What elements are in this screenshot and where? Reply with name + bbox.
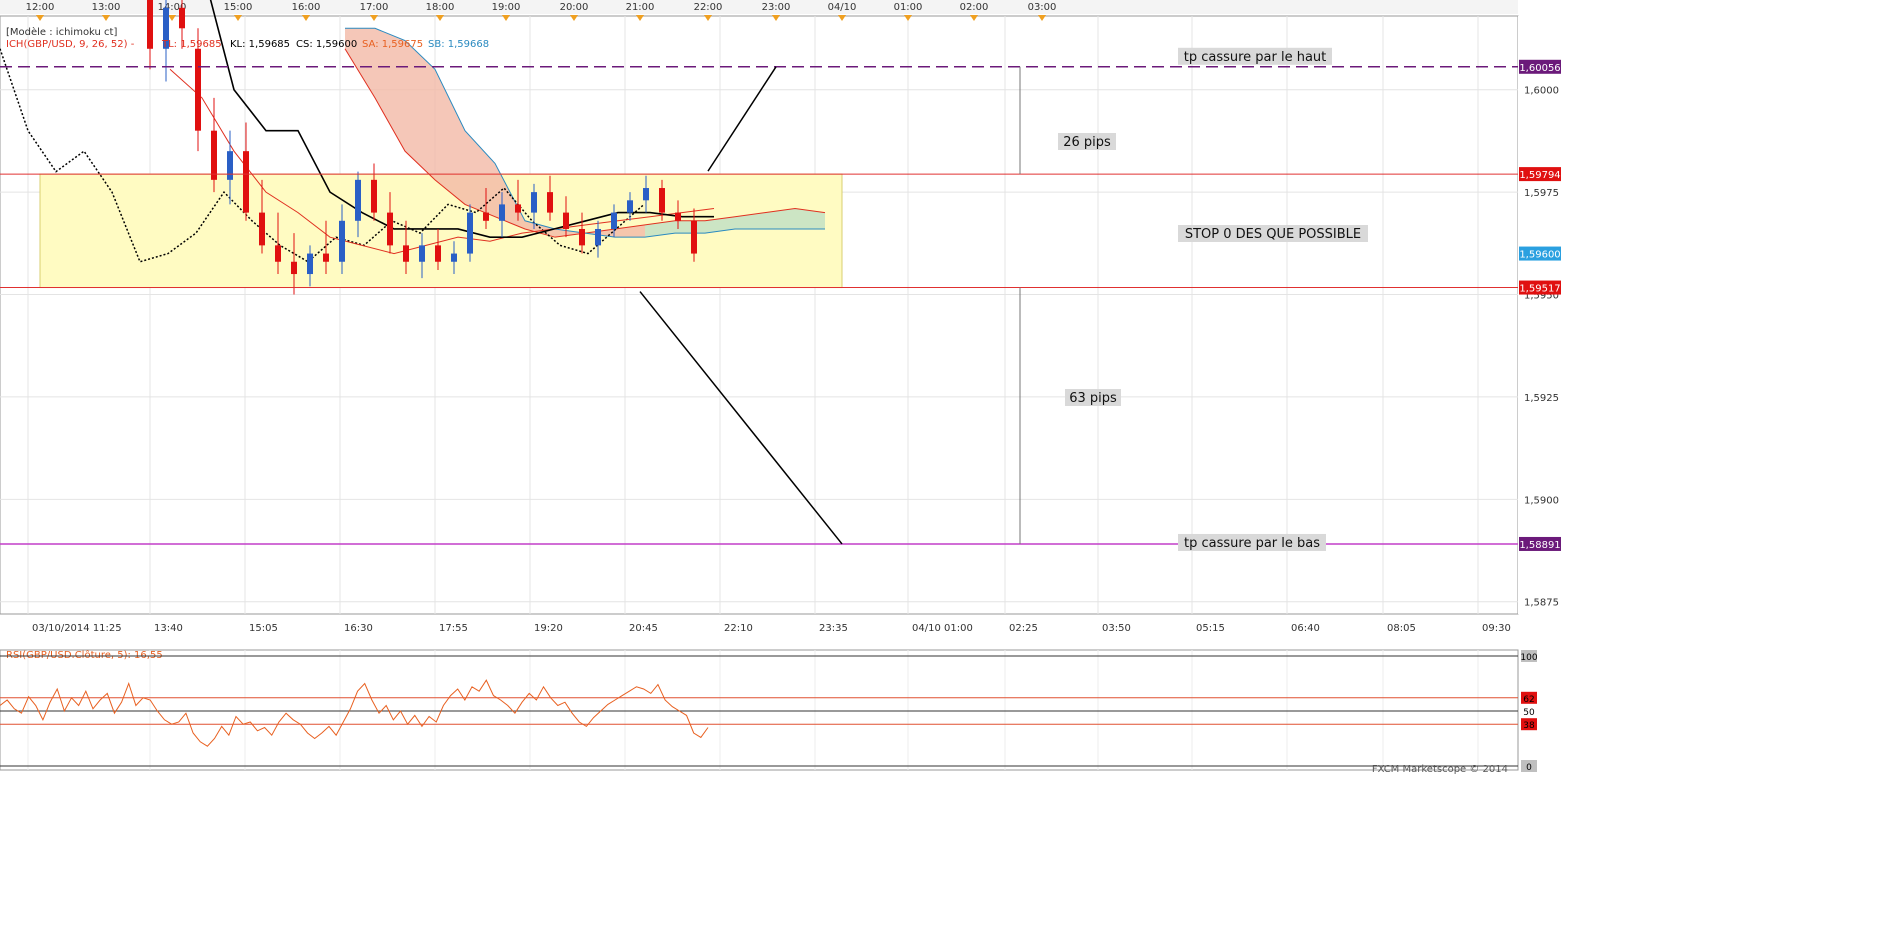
session-tick-label: 02:00 <box>960 2 989 13</box>
candle-body <box>323 253 329 262</box>
candle-body <box>227 151 233 180</box>
pips-up-label: 26 pips <box>1063 135 1111 150</box>
candle-body <box>659 188 665 213</box>
session-tick-label: 12:00 <box>26 2 55 13</box>
kl-value: KL: 1,59685 <box>230 39 290 50</box>
x-tick-label: 15:05 <box>249 623 278 634</box>
model-label: [Modèle : ichimoku ct] <box>6 26 117 38</box>
rsi-plot-frame <box>0 649 1519 771</box>
rsi-level-label: 62 <box>1523 695 1534 705</box>
price-tag-label: 1,59517 <box>1519 284 1560 295</box>
candle-body <box>451 253 457 262</box>
session-tick-label: 01:00 <box>894 2 923 13</box>
y-tick-label: 1,5975 <box>1524 188 1559 199</box>
candle-body <box>483 212 489 221</box>
x-tick-label: 16:30 <box>344 623 373 634</box>
x-tick-label: 05:15 <box>1196 623 1225 634</box>
session-tick-label: 17:00 <box>360 2 389 13</box>
candle-body <box>435 245 441 262</box>
candle-body <box>403 245 409 262</box>
candle-body <box>499 204 505 221</box>
candle-body <box>563 212 569 229</box>
y-tick-label: 1,5900 <box>1524 495 1559 506</box>
rsi-level-label: 100 <box>1520 653 1537 663</box>
candle-body <box>211 130 217 180</box>
x-tick-label: 03:50 <box>1102 623 1131 634</box>
tl-value: TL: 1,59685 <box>161 39 222 50</box>
price-tag-label: 1,58891 <box>1519 540 1560 551</box>
y-tick-label: 1,6000 <box>1524 86 1559 97</box>
session-tick-label: 20:00 <box>560 2 589 13</box>
session-tick-label: 04/10 <box>828 2 857 13</box>
candle-body <box>179 7 185 29</box>
price-tag-label: 1,60056 <box>1519 63 1560 74</box>
candle-body <box>371 179 377 213</box>
price-axis-area <box>1518 16 1903 614</box>
pips-down-label: 63 pips <box>1069 391 1117 406</box>
candle-body <box>627 200 633 213</box>
candle-body <box>531 192 537 213</box>
ichimoku-label: ICH(GBP/USD, 9, 26, 52) - <box>6 39 135 50</box>
session-tick-label: 13:00 <box>92 2 121 13</box>
candle-body <box>515 204 521 213</box>
rsi-level-label: 0 <box>1526 763 1532 773</box>
x-tick-label: 03/10/2014 11:25 <box>32 623 122 634</box>
cs-value: CS: 1,59600 <box>296 39 357 50</box>
candle-body <box>339 220 345 262</box>
candle-body <box>595 228 601 246</box>
candle-body <box>611 212 617 229</box>
tp-high-label: tp cassure par le haut <box>1184 50 1327 65</box>
x-tick-label: 04/10 01:00 <box>912 623 973 634</box>
candle-body <box>195 48 201 131</box>
session-tick-label: 15:00 <box>224 2 253 13</box>
tp-low-label: tp cassure par le bas <box>1184 536 1320 551</box>
x-tick-label: 08:05 <box>1387 623 1416 634</box>
session-tick-label: 22:00 <box>694 2 723 13</box>
candle-body <box>691 220 697 254</box>
session-tick-label: 18:00 <box>426 2 455 13</box>
y-tick-label: 1,5925 <box>1524 393 1559 404</box>
x-tick-label: 02:25 <box>1009 623 1038 634</box>
x-tick-label: 06:40 <box>1291 623 1320 634</box>
x-tick-label: 23:35 <box>819 623 848 634</box>
candle-body <box>259 212 265 246</box>
candle-body <box>243 151 249 213</box>
candle-body <box>467 212 473 254</box>
candle-body <box>579 228 585 246</box>
rsi-level-label: 50 <box>1523 708 1535 718</box>
stop-label: STOP 0 DES QUE POSSIBLE <box>1185 227 1361 242</box>
candle-body <box>291 261 297 275</box>
x-tick-label: 13:40 <box>154 623 183 634</box>
candle-body <box>547 192 553 213</box>
candle-body <box>387 212 393 246</box>
session-tick-label: 21:00 <box>626 2 655 13</box>
sb-value: SB: 1,59668 <box>428 39 489 50</box>
candle-body <box>147 0 153 49</box>
rsi-level-label: 38 <box>1523 721 1535 731</box>
x-tick-label: 22:10 <box>724 623 753 634</box>
session-tick-label: 23:00 <box>762 2 791 13</box>
session-tick-label: 19:00 <box>492 2 521 13</box>
candle-body <box>675 212 681 221</box>
price-tag-label: 1,59794 <box>1519 170 1560 181</box>
session-tick-label: 16:00 <box>292 2 321 13</box>
main-plot-frame <box>0 15 1519 615</box>
x-tick-label: 17:55 <box>439 623 468 634</box>
candle-body <box>355 179 361 221</box>
price-tag-label: 1,59600 <box>1519 250 1560 261</box>
x-tick-label: 20:45 <box>629 623 658 634</box>
y-tick-label: 1,5875 <box>1524 598 1559 609</box>
sa-value: SA: 1,59675 <box>362 39 423 50</box>
x-tick-label: 09:30 <box>1482 623 1511 634</box>
session-tick-label: 03:00 <box>1028 2 1057 13</box>
watermark: FXCM Marketscope © 2014 <box>1372 764 1508 775</box>
candle-body <box>307 253 313 275</box>
candle-body <box>419 245 425 262</box>
chart-canvas: 03/10/2014 11:25 13:40 15:05 16:30 17:55 19:2… <box>0 0 1903 940</box>
rsi-label: RSI(GBP/USD.Clôture, 5): 16,55 <box>6 649 163 661</box>
candle-body <box>643 188 649 201</box>
candle-body <box>275 245 281 262</box>
x-tick-label: 19:20 <box>534 623 563 634</box>
